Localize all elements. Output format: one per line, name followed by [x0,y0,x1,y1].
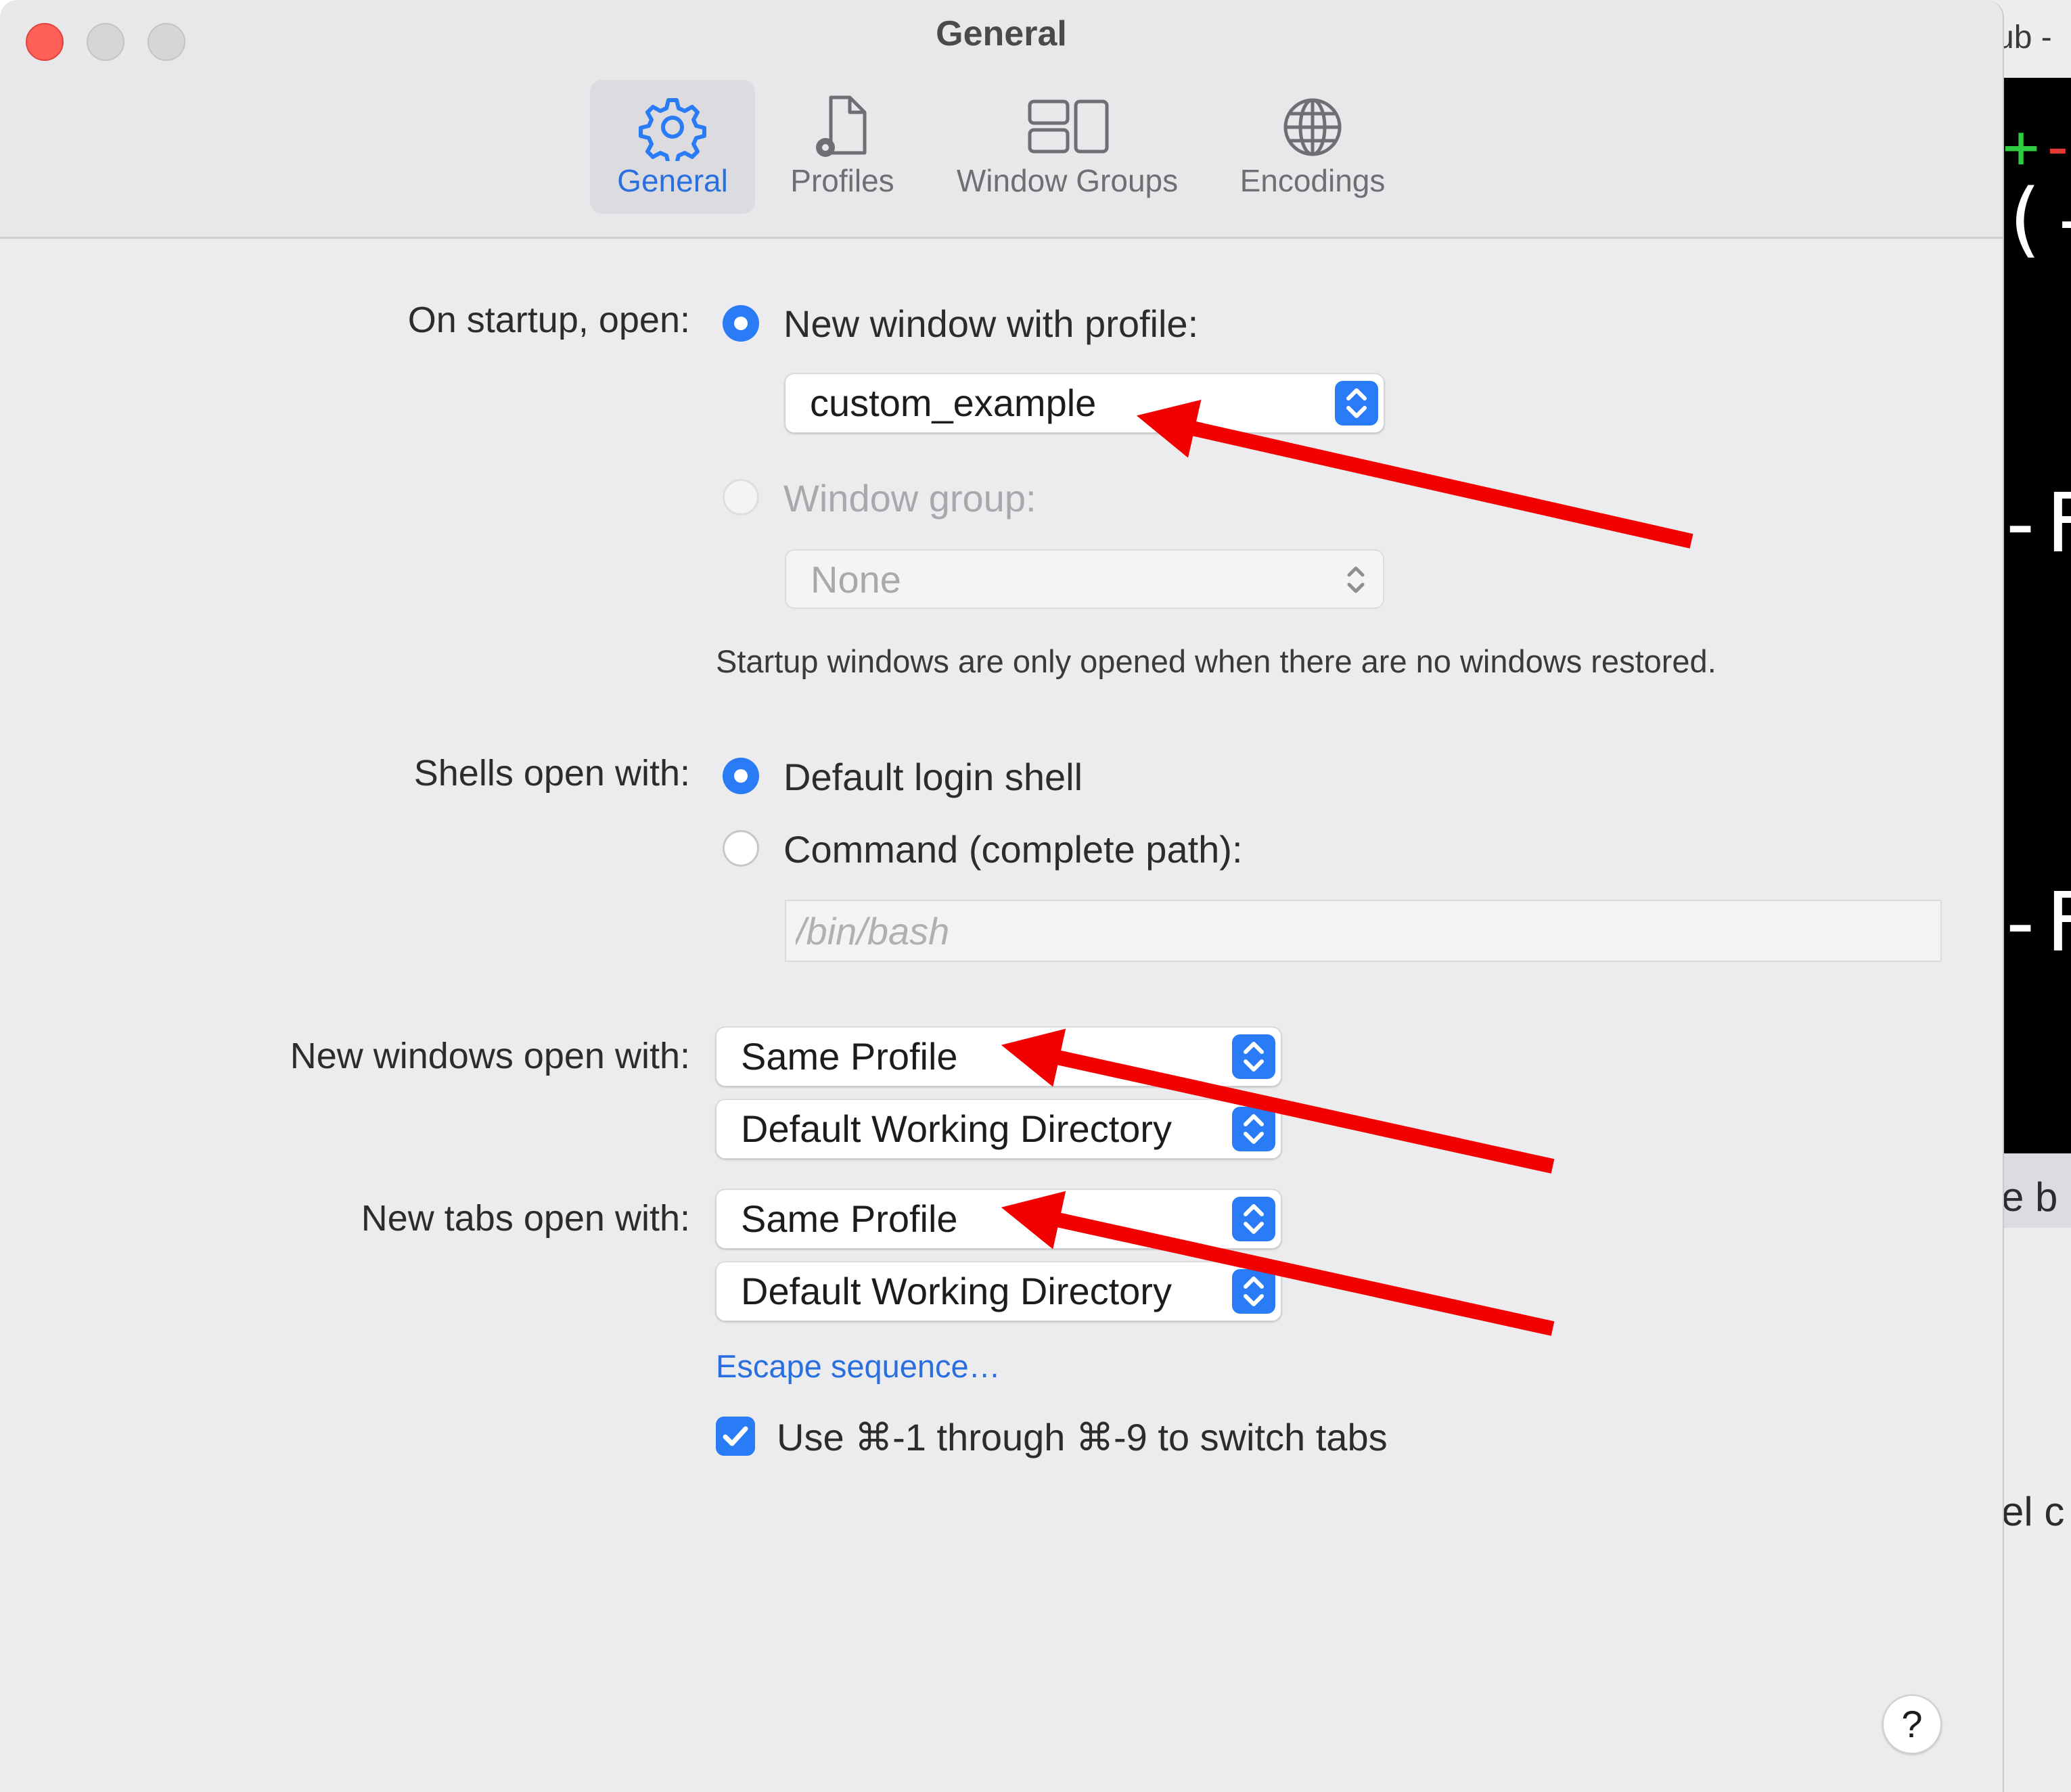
toolbar: General General Profiles Window Groups E… [0,0,2003,239]
tab-general[interactable]: General [590,80,755,214]
switch-tabs-checkbox[interactable] [716,1417,755,1456]
startup-profile-value: custom_example [810,382,1097,424]
shells-command-radio[interactable] [723,830,759,867]
new-windows-profile-popup[interactable]: Same Profile [716,1027,1281,1086]
background-text: e b [2001,1174,2058,1220]
window-groups-icon [937,93,1198,161]
tab-profiles[interactable]: Profiles [758,80,927,214]
shell-command-input[interactable] [786,901,1940,961]
profile-document-icon [758,93,927,161]
window-title: General [936,14,1067,53]
new-windows-directory-popup[interactable]: Default Working Directory [716,1099,1281,1159]
tab-profiles-label: Profiles [790,163,894,198]
globe-icon [1218,93,1407,161]
shells-command-option[interactable]: Command (complete path): [783,827,1243,871]
terminal-fragment: -F [1996,876,2071,970]
window-group-popup[interactable]: None [785,549,1384,609]
startup-profile-popup[interactable]: custom_example [785,373,1384,433]
shells-label: Shells open with: [413,753,690,794]
background-window-title: ub - [1996,20,2052,55]
background-text: el c [2001,1489,2065,1534]
popup-stepper-icon [1335,381,1378,426]
tab-window-groups[interactable]: Window Groups [937,80,1198,214]
tab-encodings[interactable]: Encodings [1218,80,1407,214]
startup-window-group-radio[interactable] [723,479,759,515]
startup-new-window-radio[interactable] [723,305,759,342]
new-tabs-profile-value: Same Profile [741,1197,958,1240]
new-windows-directory-value: Default Working Directory [741,1107,1172,1150]
switch-tabs-label[interactable]: Use ⌘-1 through ⌘-9 to switch tabs [777,1415,1388,1460]
background-terminal: +- (- -F -F [1996,78,2071,1153]
startup-new-window-option[interactable]: New window with profile: [783,302,1198,346]
new-tabs-directory-value: Default Working Directory [741,1270,1172,1312]
new-windows-profile-value: Same Profile [741,1035,958,1078]
startup-window-group-option[interactable]: Window group: [783,476,1037,520]
popup-stepper-icon [1232,1197,1275,1241]
terminal-fragment: -F [1996,477,2071,571]
startup-label: On startup, open: [407,300,690,340]
new-tabs-label: New tabs open with: [361,1198,690,1239]
checkmark-icon [723,1426,748,1446]
terminal-fragment: (- [1999,173,2071,267]
new-tabs-directory-popup[interactable]: Default Working Directory [716,1262,1281,1321]
popup-stepper-icon [1232,1034,1275,1079]
shells-default-option[interactable]: Default login shell [783,755,1083,799]
new-tabs-profile-popup[interactable]: Same Profile [716,1189,1281,1249]
window-group-value: None [811,558,901,601]
shells-default-radio[interactable] [723,758,759,794]
new-windows-label: New windows open with: [290,1036,690,1076]
tab-encodings-label: Encodings [1239,163,1386,198]
help-button[interactable]: ? [1882,1695,1942,1754]
escape-sequence-link[interactable]: Escape sequence… [716,1348,1001,1385]
preferences-window: General General Profiles Window Groups E… [0,0,2004,1792]
tab-general-label: General [617,163,728,198]
popup-stepper-icon [1232,1269,1275,1314]
popup-stepper-icon [1334,557,1378,602]
startup-note: Startup windows are only opened when the… [716,643,1716,679]
tab-window-groups-label: Window Groups [956,163,1179,198]
popup-stepper-icon [1232,1107,1275,1151]
shell-command-field[interactable] [785,900,1942,962]
gear-icon [590,93,755,161]
